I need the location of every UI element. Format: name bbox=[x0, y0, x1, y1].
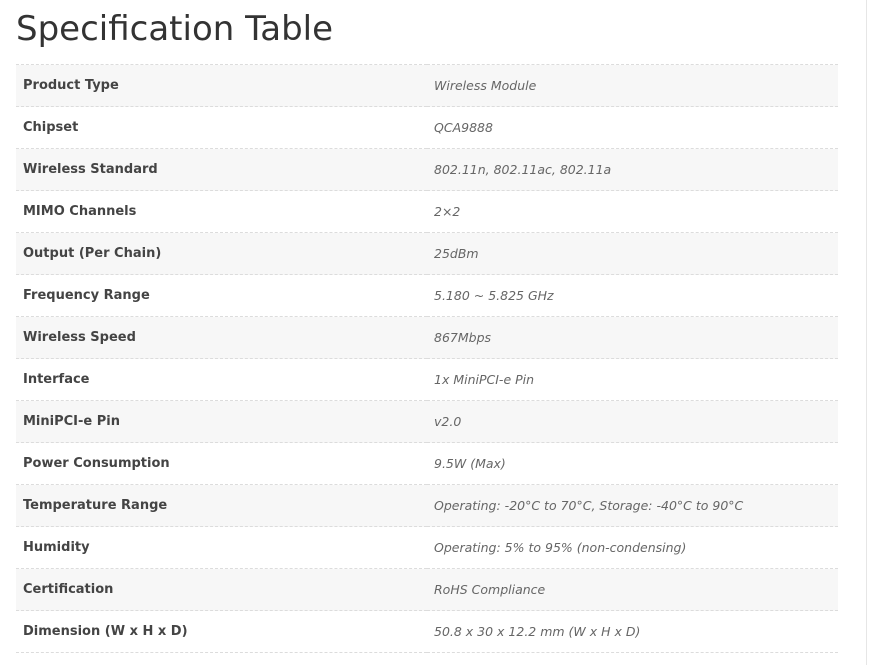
spec-value: RoHS Compliance bbox=[427, 568, 838, 611]
specification-table: Product Type Wireless Module Chipset QCA… bbox=[16, 64, 838, 653]
spec-label: MiniPCI-e Pin bbox=[16, 400, 427, 443]
spec-label: MIMO Channels bbox=[16, 190, 427, 233]
spec-value: 50.8 x 30 x 12.2 mm (W x H x D) bbox=[427, 610, 838, 653]
table-row: Power Consumption 9.5W (Max) bbox=[16, 442, 838, 485]
spec-value: 25dBm bbox=[427, 232, 838, 275]
spec-label: Certification bbox=[16, 568, 427, 611]
spec-label: Output (Per Chain) bbox=[16, 232, 427, 275]
spec-value: 9.5W (Max) bbox=[427, 442, 838, 485]
spec-value: QCA9888 bbox=[427, 106, 838, 149]
spec-label: Interface bbox=[16, 358, 427, 401]
spec-label: Product Type bbox=[16, 64, 427, 107]
spec-value: 802.11n, 802.11ac, 802.11a bbox=[427, 148, 838, 191]
spec-value: Operating: 5% to 95% (non-condensing) bbox=[427, 526, 838, 569]
spec-label: Wireless Standard bbox=[16, 148, 427, 191]
page-content: Specification Table Product Type Wireles… bbox=[0, 0, 867, 665]
spec-label: Power Consumption bbox=[16, 442, 427, 485]
spec-value: 5.180 ~ 5.825 GHz bbox=[427, 274, 838, 317]
spec-label: Frequency Range bbox=[16, 274, 427, 317]
table-row: Wireless Speed 867Mbps bbox=[16, 316, 838, 359]
table-row: Chipset QCA9888 bbox=[16, 106, 838, 149]
spec-label: Temperature Range bbox=[16, 484, 427, 527]
spec-value: 2×2 bbox=[427, 190, 838, 233]
spec-value: Operating: -20°C to 70°C, Storage: -40°C… bbox=[427, 484, 838, 527]
table-row: Frequency Range 5.180 ~ 5.825 GHz bbox=[16, 274, 838, 317]
table-row: Wireless Standard 802.11n, 802.11ac, 802… bbox=[16, 148, 838, 191]
spec-label: Chipset bbox=[16, 106, 427, 149]
spec-label: Dimension (W x H x D) bbox=[16, 610, 427, 653]
table-row: MIMO Channels 2×2 bbox=[16, 190, 838, 233]
table-row: Temperature Range Operating: -20°C to 70… bbox=[16, 484, 838, 527]
table-row: Dimension (W x H x D) 50.8 x 30 x 12.2 m… bbox=[16, 610, 838, 653]
spec-value: v2.0 bbox=[427, 400, 838, 443]
table-row: Output (Per Chain) 25dBm bbox=[16, 232, 838, 275]
table-row: Humidity Operating: 5% to 95% (non-conde… bbox=[16, 526, 838, 569]
spec-value: 867Mbps bbox=[427, 316, 838, 359]
table-row: Interface 1x MiniPCI-e Pin bbox=[16, 358, 838, 401]
table-row: MiniPCI-e Pin v2.0 bbox=[16, 400, 838, 443]
page-title: Specification Table bbox=[16, 9, 334, 49]
spec-value: Wireless Module bbox=[427, 64, 838, 107]
spec-value: 1x MiniPCI-e Pin bbox=[427, 358, 838, 401]
table-row: Certification RoHS Compliance bbox=[16, 568, 838, 611]
spec-label: Wireless Speed bbox=[16, 316, 427, 359]
table-row: Product Type Wireless Module bbox=[16, 64, 838, 107]
spec-label: Humidity bbox=[16, 526, 427, 569]
